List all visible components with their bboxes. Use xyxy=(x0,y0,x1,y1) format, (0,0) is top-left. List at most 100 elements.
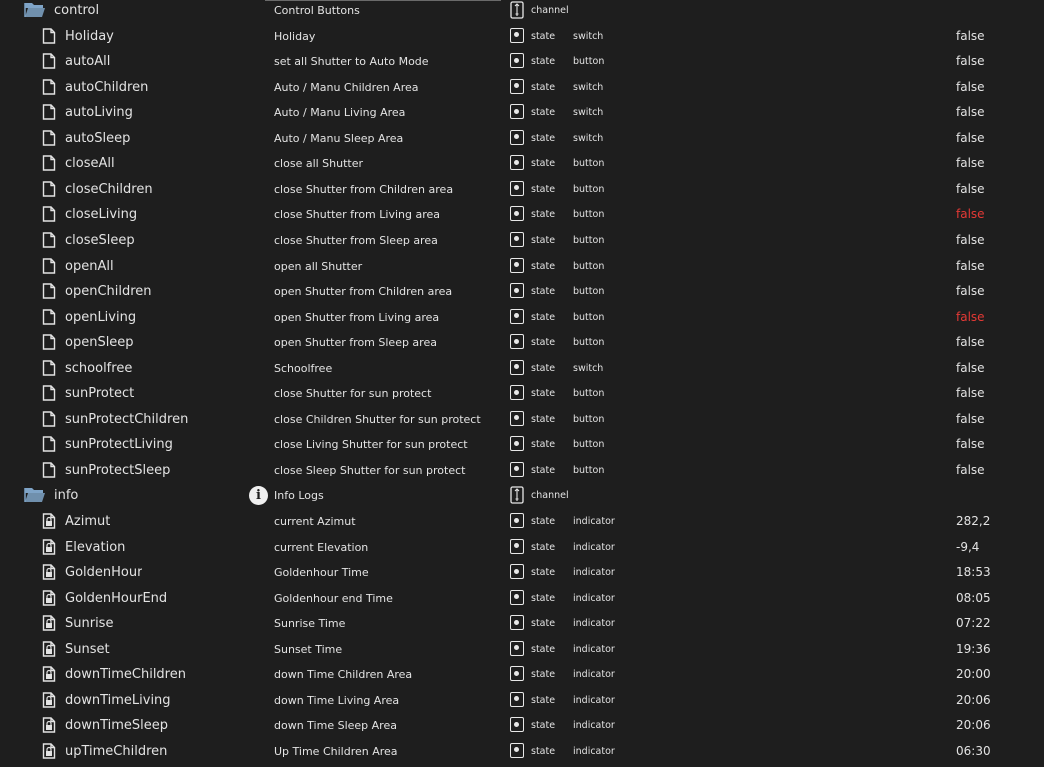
tree-row-sunProtectChildren[interactable]: sunProtectChildren close Children Shutter… xyxy=(0,407,1044,432)
item-name[interactable]: Elevation xyxy=(65,535,125,560)
tree-row-autoAll[interactable]: autoAll set all Shutter to Auto Mode state… xyxy=(0,49,1044,74)
item-name[interactable]: closeAll xyxy=(65,151,115,176)
folder-toggle[interactable] xyxy=(24,483,48,508)
item-name[interactable]: Sunrise xyxy=(65,611,113,636)
item-value[interactable]: 07:22 xyxy=(956,611,991,636)
item-name[interactable]: autoChildren xyxy=(65,75,148,100)
item-name[interactable]: autoLiving xyxy=(65,100,133,125)
item-value[interactable]: false xyxy=(956,330,985,355)
state-icon xyxy=(510,691,524,707)
item-value[interactable]: false xyxy=(956,126,985,151)
item-value[interactable]: false xyxy=(956,381,985,406)
item-name[interactable]: GoldenHourEnd xyxy=(65,586,167,611)
info-icon-cell[interactable]: i xyxy=(249,483,269,508)
item-name[interactable]: Azimut xyxy=(65,509,110,534)
locked-file-icon xyxy=(42,641,56,657)
item-value[interactable]: false xyxy=(956,279,985,304)
tree-row-GoldenHourEnd[interactable]: GoldenHourEnd Goldenhour end Time state ind… xyxy=(0,586,1044,611)
item-value[interactable]: 06:30 xyxy=(956,739,991,764)
state-icon-cell xyxy=(510,75,528,100)
item-value[interactable]: 08:05 xyxy=(956,586,991,611)
item-value[interactable]: false xyxy=(956,305,985,330)
tree-row-Holiday[interactable]: Holiday Holiday state switch false xyxy=(0,24,1044,49)
item-name[interactable]: sunProtectChildren xyxy=(65,407,188,432)
item-name[interactable]: Holiday xyxy=(65,24,114,49)
item-name[interactable]: downTimeLiving xyxy=(65,688,171,713)
tree-row-Elevation[interactable]: Elevation current Elevation state indicator… xyxy=(0,535,1044,560)
tree-row-closeAll[interactable]: closeAll close all Shutter state button fals… xyxy=(0,151,1044,176)
tree-row-GoldenHour[interactable]: GoldenHour Goldenhour Time state indicator 1… xyxy=(0,560,1044,585)
tree-row-autoSleep[interactable]: autoSleep Auto / Manu Sleep Area state swit… xyxy=(0,126,1044,151)
item-value[interactable]: 19:36 xyxy=(956,637,991,662)
tree-row-closeChildren[interactable]: closeChildren close Shutter from Children… xyxy=(0,177,1044,202)
item-value[interactable]: 18:53 xyxy=(956,560,991,585)
item-name[interactable]: openChildren xyxy=(65,279,152,304)
item-value[interactable]: 20:06 xyxy=(956,713,991,738)
item-value[interactable]: 20:00 xyxy=(956,662,991,687)
item-name[interactable]: openSleep xyxy=(65,330,134,355)
item-value[interactable]: false xyxy=(956,24,985,49)
tree-row-schoolfree[interactable]: schoolfree Schoolfree state switch false xyxy=(0,356,1044,381)
item-value[interactable]: false xyxy=(956,202,985,227)
item-name[interactable]: closeSleep xyxy=(65,228,135,253)
item-value[interactable]: 282,2 xyxy=(956,509,990,534)
tree-row-sunProtect[interactable]: sunProtect close Shutter for sun protect s… xyxy=(0,381,1044,406)
tree-row-closeSleep[interactable]: closeSleep close Shutter from Sleep area s… xyxy=(0,228,1044,253)
info-icon[interactable]: i xyxy=(249,486,268,506)
tree-row-autoChildren[interactable]: autoChildren Auto / Manu Children Area sta… xyxy=(0,75,1044,100)
tree-row-openLiving[interactable]: openLiving open Shutter from Living area s… xyxy=(0,305,1044,330)
item-name[interactable]: openAll xyxy=(65,254,114,279)
tree-row-downTimeSleep[interactable]: downTimeSleep down Time Sleep Area state in… xyxy=(0,713,1044,738)
tree-row-Azimut[interactable]: Azimut current Azimut state indicator 282,2 xyxy=(0,509,1044,534)
item-name[interactable]: Sunset xyxy=(65,637,110,662)
item-value[interactable]: -9,4 xyxy=(956,535,979,560)
item-value[interactable]: false xyxy=(956,407,985,432)
item-name[interactable]: openLiving xyxy=(65,305,136,330)
item-description: Goldenhour Time xyxy=(274,566,369,580)
item-name[interactable]: downTimeChildren xyxy=(65,662,186,687)
item-name[interactable]: closeLiving xyxy=(65,202,137,227)
tree-row-Sunrise[interactable]: Sunrise Sunrise Time state indicator 07:22 xyxy=(0,611,1044,636)
tree-row-openSleep[interactable]: openSleep open Shutter from Sleep area sta… xyxy=(0,330,1044,355)
item-value[interactable]: false xyxy=(956,49,985,74)
item-name[interactable]: autoSleep xyxy=(65,126,130,151)
folder-row-control[interactable]: control Control Buttons channel xyxy=(0,0,1044,23)
tree-row-sunProtectLiving[interactable]: sunProtectLiving close Living Shutter for… xyxy=(0,432,1044,457)
tree-row-closeLiving[interactable]: closeLiving close Shutter from Living are… xyxy=(0,202,1044,227)
locked-file-icon xyxy=(42,717,56,734)
item-value[interactable]: false xyxy=(956,432,985,457)
item-name[interactable]: schoolfree xyxy=(65,356,132,381)
folder-name[interactable]: info xyxy=(54,483,78,508)
item-value[interactable]: false xyxy=(956,254,985,279)
tree-row-Sunset[interactable]: Sunset Sunset Time state indicator 19:36 xyxy=(0,637,1044,662)
item-name[interactable]: closeChildren xyxy=(65,177,153,202)
item-icon-cell xyxy=(42,560,60,585)
item-name[interactable]: upTimeChildren xyxy=(65,739,167,764)
item-name[interactable]: sunProtectSleep xyxy=(65,458,170,483)
item-name[interactable]: autoAll xyxy=(65,49,110,74)
folder-row-info[interactable]: info i Info Logs channel xyxy=(0,483,1044,508)
item-value[interactable]: false xyxy=(956,356,985,381)
item-name[interactable]: sunProtectLiving xyxy=(65,432,173,457)
tree-row-openAll[interactable]: openAll open all Shutter state button false xyxy=(0,254,1044,279)
folder-name[interactable]: control xyxy=(54,0,99,23)
tree-row-autoLiving[interactable]: autoLiving Auto / Manu Living Area state sw… xyxy=(0,100,1044,125)
item-value[interactable]: false xyxy=(956,177,985,202)
item-value[interactable]: false xyxy=(956,75,985,100)
item-type: state xyxy=(531,516,556,527)
item-name[interactable]: downTimeSleep xyxy=(65,713,168,738)
item-value[interactable]: false xyxy=(956,228,985,253)
item-value[interactable]: 20:06 xyxy=(956,688,991,713)
tree-row-downTimeChildren[interactable]: downTimeChildren down Time Children Area s… xyxy=(0,662,1044,687)
item-value[interactable]: false xyxy=(956,458,985,483)
tree-row-openChildren[interactable]: openChildren open Shutter from Children a… xyxy=(0,279,1044,304)
item-value[interactable]: false xyxy=(956,100,985,125)
tree-row-downTimeLiving[interactable]: downTimeLiving down Time Living Area state… xyxy=(0,688,1044,713)
tree-row-sunProtectSleep[interactable]: sunProtectSleep close Sleep Shutter for s… xyxy=(0,458,1044,483)
item-name[interactable]: GoldenHour xyxy=(65,560,142,585)
item-value[interactable]: false xyxy=(956,151,985,176)
state-icon-cell xyxy=(510,432,528,457)
tree-row-upTimeChildren[interactable]: upTimeChildren Up Time Children Area state… xyxy=(0,739,1044,764)
folder-toggle[interactable] xyxy=(24,0,48,23)
item-name[interactable]: sunProtect xyxy=(65,381,134,406)
